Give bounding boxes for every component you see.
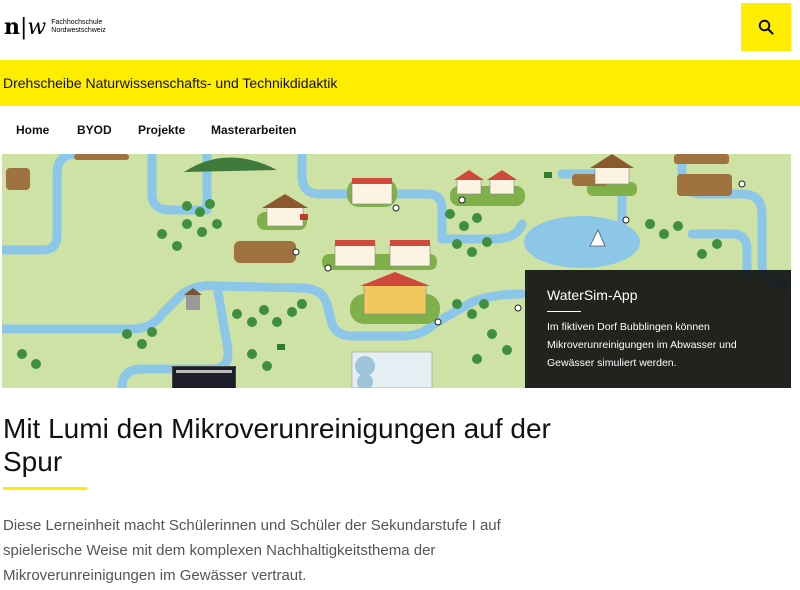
page-title: Mit Lumi den Mikroverunreinigungen auf d… (3, 413, 551, 477)
logo-wordmark: Fachhochschule Nordwestschweiz (51, 19, 105, 35)
hero-card-title[interactable]: WaterSim-App (547, 287, 638, 303)
hero-caption-card[interactable]: WaterSim-App Im fiktiven Dorf Bubblingen… (525, 270, 791, 388)
search-icon (758, 19, 774, 35)
hero-card-divider (547, 311, 581, 312)
nav-item-byod[interactable]: BYOD (77, 123, 112, 137)
watersim-thumbnail (172, 366, 236, 388)
thumbnail-titlebar (176, 370, 232, 373)
title-accent-rule (3, 487, 87, 490)
hero-card-text: Im fiktiven Dorf Bubblingen können Mikro… (547, 321, 737, 369)
search-button[interactable] (741, 3, 791, 51)
site-banner: Drehscheibe Naturwissenschafts- und Tech… (0, 60, 800, 106)
logo-line-1: Fachhochschule (51, 19, 103, 26)
nav-item-masterarbeiten[interactable]: Masterarbeiten (211, 123, 296, 137)
logo-mark: n|w (4, 14, 46, 40)
site-header: n|w Fachhochschule Nordwestschweiz (0, 0, 800, 60)
nav-item-projekte[interactable]: Projekte (138, 123, 185, 137)
fhnw-logo[interactable]: n|w Fachhochschule Nordwestschweiz (4, 14, 106, 40)
logo-line-2: Nordwestschweiz (51, 27, 106, 34)
nav-item-home[interactable]: Home (16, 123, 49, 137)
intro-paragraph: Diese Lerneinheit macht Schülerinnen und… (3, 517, 501, 584)
banner-title[interactable]: Drehscheibe Naturwissenschafts- und Tech… (3, 75, 337, 91)
main-navigation: Home BYOD Projekte Masterarbeiten (0, 106, 800, 154)
